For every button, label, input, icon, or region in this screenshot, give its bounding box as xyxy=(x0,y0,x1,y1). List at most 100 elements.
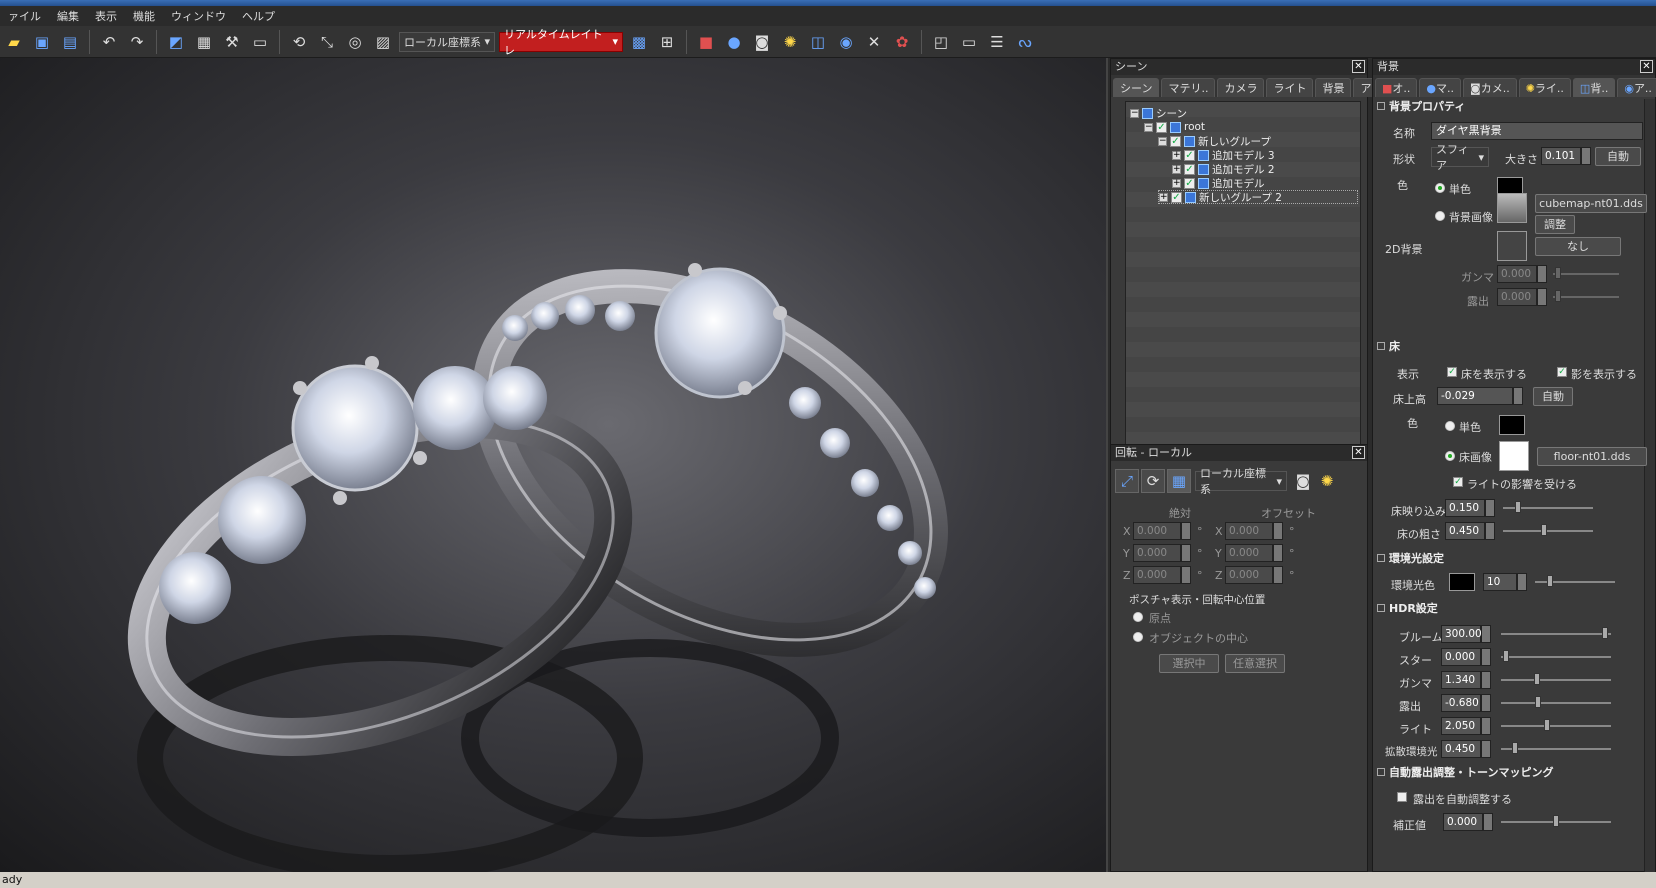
floor-image-radio[interactable] xyxy=(1445,451,1455,461)
hdr-row-input[interactable]: 300.00 xyxy=(1441,625,1482,643)
tab-light[interactable]: ✺ライ.. xyxy=(1518,78,1571,97)
screenshot-icon[interactable]: ◰ xyxy=(929,30,953,54)
hdr-row-slider[interactable] xyxy=(1501,702,1611,704)
app-logo-icon[interactable]: ᔓ xyxy=(1013,30,1037,54)
correction-thumb[interactable] xyxy=(1553,815,1559,827)
visibility-checkbox[interactable]: ✓ xyxy=(1184,149,1195,161)
ambient-spinner[interactable] xyxy=(1517,573,1527,591)
expand-icon[interactable]: + xyxy=(1172,150,1181,160)
hdr-row-thumb[interactable] xyxy=(1503,650,1509,662)
animation-icon[interactable]: ✿ xyxy=(890,30,914,54)
floor-file-button[interactable]: floor-nt01.dds xyxy=(1537,447,1647,466)
collapse-icon[interactable] xyxy=(1377,604,1385,612)
floor-reflect-spinner[interactable] xyxy=(1485,499,1495,517)
hdr-row-spinner[interactable] xyxy=(1481,625,1491,643)
bg-exposure-spinner[interactable] xyxy=(1537,288,1547,306)
camera-icon[interactable]: ◙ xyxy=(750,30,774,54)
ambient-thumb[interactable] xyxy=(1547,575,1553,587)
tab-scene[interactable]: シーン xyxy=(1113,78,1160,97)
hdr-row-slider[interactable] xyxy=(1501,679,1611,681)
off-x-input[interactable]: 0.000 xyxy=(1225,522,1273,540)
bg-exposure-slider[interactable] xyxy=(1553,296,1619,298)
effects-icon[interactable]: ✕ xyxy=(862,30,886,54)
abs-x-input[interactable]: 0.000 xyxy=(1133,522,1181,540)
visibility-checkbox[interactable]: ✓ xyxy=(1170,135,1181,147)
collapse-icon[interactable]: − xyxy=(1130,108,1139,118)
floor-solid-radio[interactable] xyxy=(1445,421,1455,431)
ambient-color-swatch[interactable] xyxy=(1449,573,1475,591)
close-icon[interactable]: ✕ xyxy=(1352,60,1365,73)
menu-file[interactable]: ァイル xyxy=(0,8,49,24)
visibility-checkbox[interactable]: ✓ xyxy=(1184,177,1195,189)
floor-height-input[interactable]: -0.029 xyxy=(1437,387,1513,405)
hdr-row-spinner[interactable] xyxy=(1481,671,1491,689)
close-icon[interactable]: ✕ xyxy=(1640,60,1653,73)
scale-tool-icon[interactable]: ▦ xyxy=(1167,469,1191,493)
open-icon[interactable]: ▰ xyxy=(2,30,26,54)
hdr-row-thumb[interactable] xyxy=(1512,742,1518,754)
hdr-row-spinner[interactable] xyxy=(1481,740,1491,758)
section-ambient[interactable]: 環境光設定 xyxy=(1377,551,1635,567)
menu-edit[interactable]: 編集 xyxy=(49,8,87,24)
tab-background[interactable]: 背景 xyxy=(1315,78,1352,97)
bg-gamma-spinner[interactable] xyxy=(1537,265,1547,283)
hdr-row-input[interactable]: 1.340 xyxy=(1441,671,1481,689)
floor-rough-input[interactable]: 0.450 xyxy=(1445,522,1485,540)
material-cube-icon[interactable]: ■ xyxy=(694,30,718,54)
light-bulb-icon[interactable]: ✺ xyxy=(1315,469,1339,493)
off-z-input[interactable]: 0.000 xyxy=(1225,566,1273,584)
floor-color-swatch[interactable] xyxy=(1499,415,1525,435)
collapse-icon[interactable]: − xyxy=(1144,122,1153,132)
tree-node-model-3[interactable]: + ✓ 追加モデル 3 xyxy=(1172,148,1275,162)
hdr-row-spinner[interactable] xyxy=(1481,717,1491,735)
rotate-coord-select[interactable]: ローカル座標系 ▾ xyxy=(1195,467,1287,496)
grid-icon[interactable]: ▦ xyxy=(192,30,216,54)
bg-gamma-input[interactable]: 0.000 xyxy=(1497,265,1537,283)
correction-spinner[interactable] xyxy=(1483,813,1493,831)
floor-image-thumbnail[interactable] xyxy=(1499,441,1529,471)
tab-material[interactable]: ●マ.. xyxy=(1419,78,1462,97)
render-viewport[interactable] xyxy=(0,58,1108,872)
hdr-row-spinner[interactable] xyxy=(1481,694,1491,712)
adjust-button[interactable]: 調整 xyxy=(1535,215,1575,234)
off-y-spinner[interactable] xyxy=(1273,544,1283,562)
off-y-input[interactable]: 0.000 xyxy=(1225,544,1273,562)
size-input[interactable]: 0.101 xyxy=(1541,147,1581,165)
section-hdr[interactable]: HDR設定 xyxy=(1377,601,1635,617)
floor-reflect-input[interactable]: 0.150 xyxy=(1445,499,1485,517)
off-z-spinner[interactable] xyxy=(1273,566,1283,584)
ambient-value-input[interactable]: 10 xyxy=(1483,573,1517,591)
section-tonemap[interactable]: 自動露出調整・トーンマッピング xyxy=(1377,765,1635,781)
menu-help[interactable]: ヘルプ xyxy=(234,8,283,24)
rotate-tool-icon[interactable]: ⟳ xyxy=(1141,469,1165,493)
monitor-icon[interactable]: ▭ xyxy=(248,30,272,54)
expand-icon[interactable]: + xyxy=(1159,192,1168,202)
hdr-row-spinner[interactable] xyxy=(1481,648,1491,666)
bg-exposure-input[interactable]: 0.000 xyxy=(1497,288,1537,306)
palette-icon[interactable]: ▩ xyxy=(627,30,651,54)
bg-gamma-slider[interactable] xyxy=(1553,273,1619,275)
correction-input[interactable]: 0.000 xyxy=(1443,813,1483,831)
render-mode-select[interactable]: リアルタイムレイトレ ▾ xyxy=(499,28,623,57)
scale-icon[interactable]: ⤡ xyxy=(315,30,339,54)
rotate-view-icon[interactable]: ⟲ xyxy=(287,30,311,54)
bg-gamma-thumb[interactable] xyxy=(1555,267,1561,279)
shape-select[interactable]: スフィア ▾ xyxy=(1431,143,1489,172)
hdr-row-input[interactable]: 0.000 xyxy=(1441,648,1481,666)
collapse-icon[interactable] xyxy=(1377,342,1385,350)
floor-reflect-thumb[interactable] xyxy=(1515,501,1521,513)
pivot-origin-radio[interactable] xyxy=(1133,612,1143,622)
abs-z-input[interactable]: 0.000 xyxy=(1133,566,1181,584)
background-icon[interactable]: ◫ xyxy=(806,30,830,54)
bg-image-thumbnail[interactable] xyxy=(1497,193,1527,223)
bg-name-input[interactable]: ダイヤ黒背景 xyxy=(1431,122,1643,140)
redo-icon[interactable]: ↷ xyxy=(125,30,149,54)
visibility-checkbox[interactable]: ✓ xyxy=(1171,191,1182,203)
floor-height-spinner[interactable] xyxy=(1513,387,1523,405)
render-camera-icon[interactable]: ◉ xyxy=(834,30,858,54)
tab-light[interactable]: ライト xyxy=(1266,78,1314,97)
undo-icon[interactable]: ↶ xyxy=(97,30,121,54)
collapse-icon[interactable] xyxy=(1377,102,1385,110)
show-shadow-checkbox[interactable]: ✓ xyxy=(1557,367,1567,377)
camera-icon[interactable]: ◙ xyxy=(1291,469,1315,493)
